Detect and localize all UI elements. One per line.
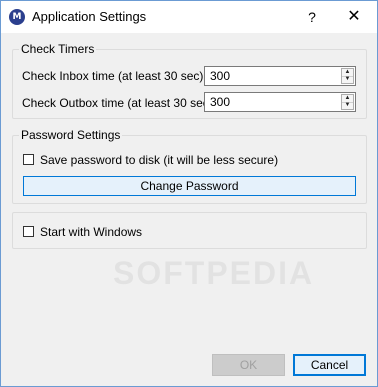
start-with-windows-checkbox[interactable]	[23, 226, 34, 237]
cancel-label: Cancel	[310, 358, 349, 372]
app-logo-icon: M	[9, 9, 25, 25]
outbox-time-spinbox[interactable]: 300 ▲ ▼	[204, 92, 356, 112]
check-timers-legend: Check Timers	[19, 42, 97, 56]
inbox-time-spinbox[interactable]: 300 ▲ ▼	[204, 66, 356, 86]
inbox-time-value: 300	[210, 69, 231, 83]
window-title: Application Settings	[32, 9, 147, 24]
password-settings-legend: Password Settings	[19, 128, 123, 142]
change-password-label: Change Password	[140, 179, 239, 193]
ok-label: OK	[239, 358, 258, 372]
inbox-time-label: Check Inbox time (at least 30 sec):	[22, 69, 207, 83]
watermark: SOFTPEDIA	[113, 255, 315, 291]
save-password-label[interactable]: Save password to disk (it will be less s…	[40, 153, 278, 167]
arrow-down-icon[interactable]: ▼	[342, 76, 353, 83]
help-button[interactable]: ?	[289, 1, 335, 33]
ok-button[interactable]: OK	[212, 354, 285, 376]
outbox-time-value: 300	[210, 95, 231, 109]
title-bar: M Application Settings ? ✕	[1, 1, 377, 33]
close-icon: ✕	[347, 8, 361, 25]
outbox-time-label: Check Outbox time (at least 30 sec):	[22, 96, 217, 110]
help-icon: ?	[308, 9, 316, 25]
save-password-checkbox[interactable]	[23, 154, 34, 165]
close-button[interactable]: ✕	[331, 1, 377, 33]
start-with-windows-label[interactable]: Start with Windows	[40, 225, 142, 239]
change-password-button[interactable]: Change Password	[23, 176, 356, 196]
settings-dialog: M Application Settings ? ✕ Check Timers …	[0, 0, 378, 387]
cancel-button[interactable]: Cancel	[293, 354, 366, 376]
arrow-down-icon[interactable]: ▼	[342, 102, 353, 109]
